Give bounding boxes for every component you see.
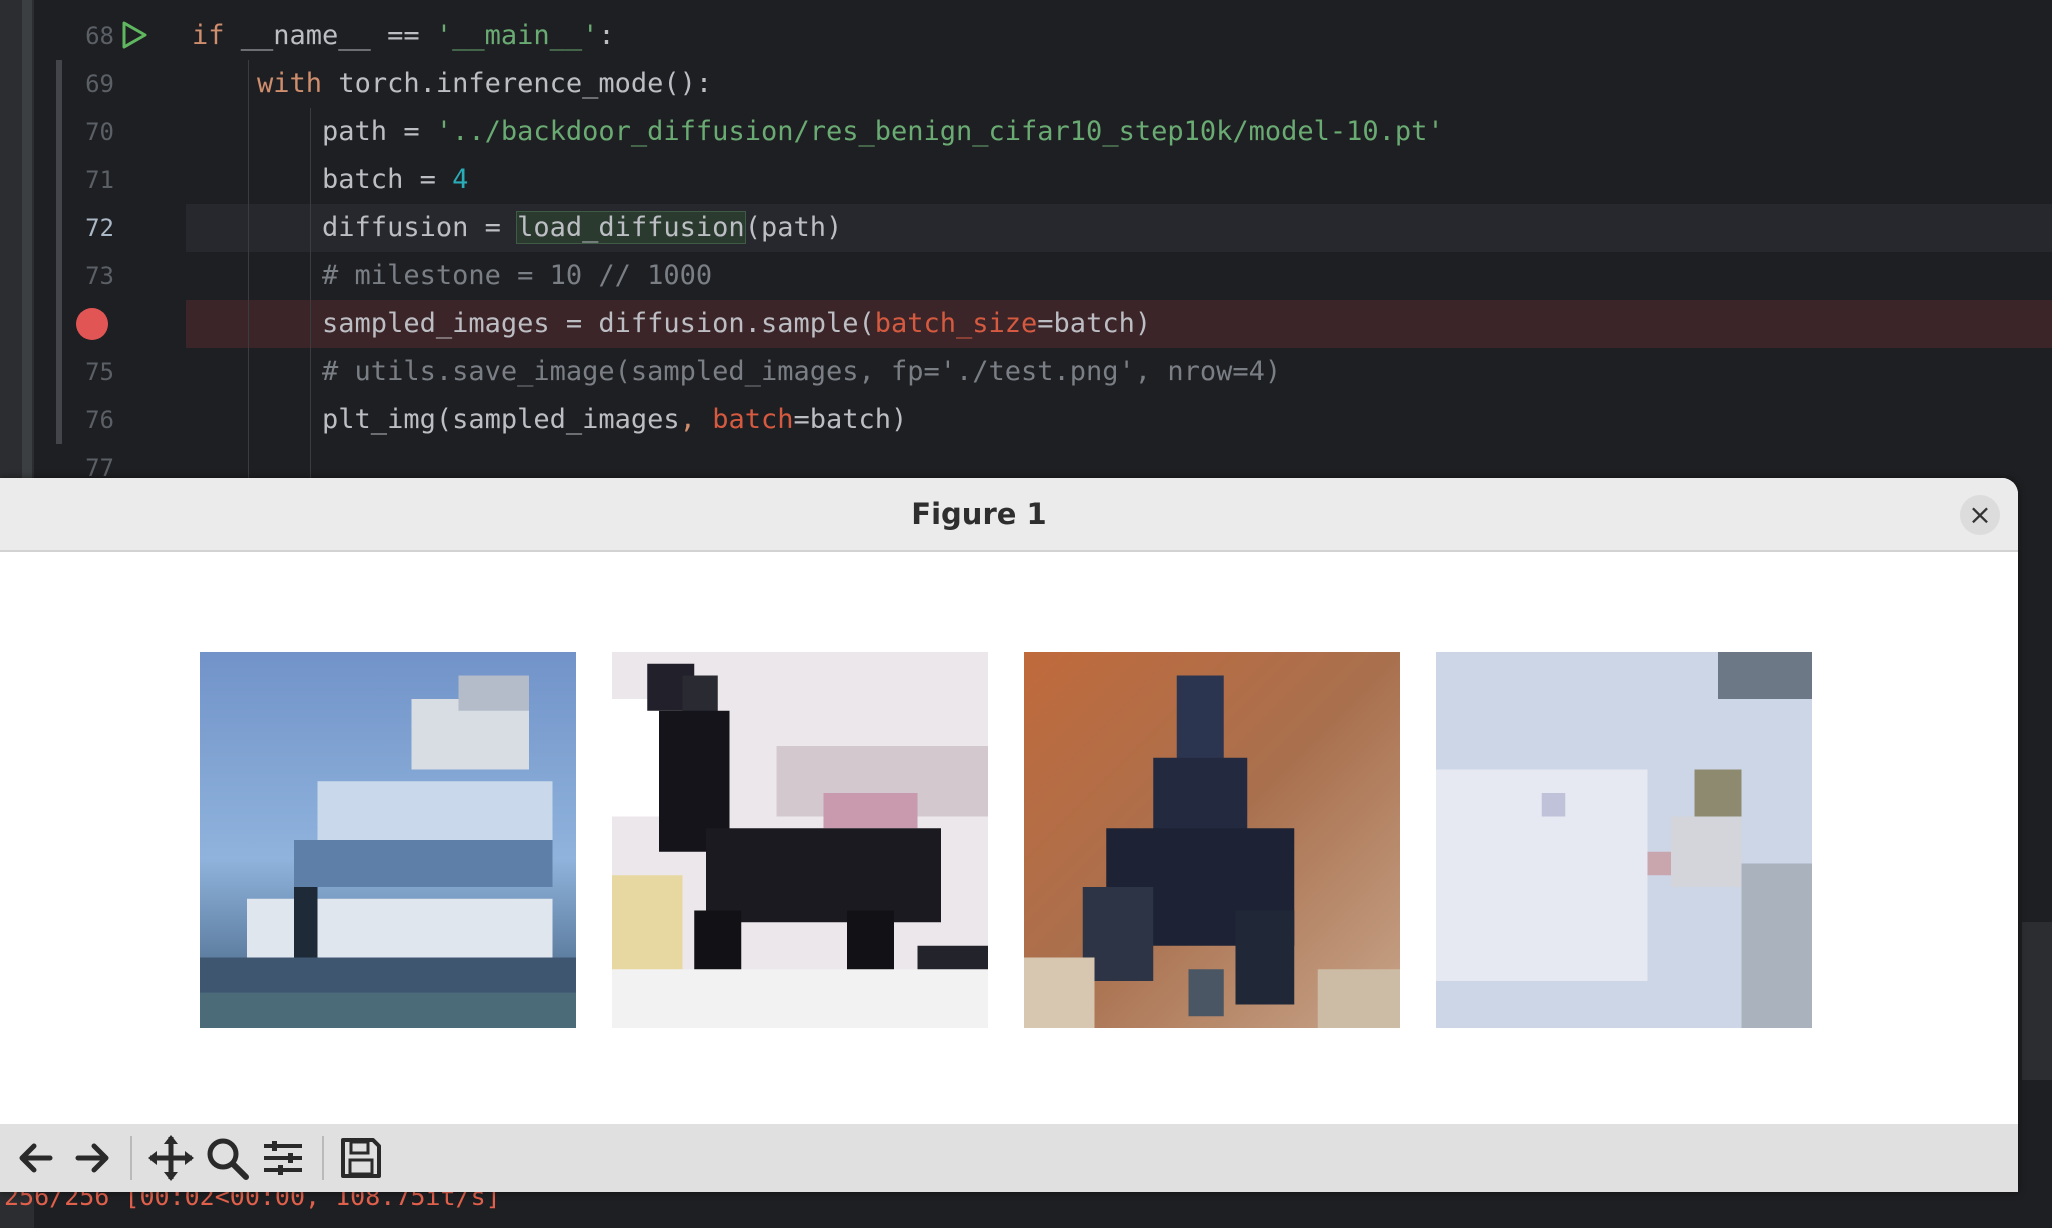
code-token: sampled_images = diffusion.sample(: [192, 308, 875, 339]
code-line[interactable]: # milestone = 10 // 1000: [186, 252, 2052, 300]
code-area[interactable]: if __name__ == '__main__': with torch.in…: [186, 0, 2052, 492]
code-token: batch_size: [874, 308, 1038, 339]
code-token: with: [257, 68, 323, 99]
line-gutter[interactable]: 68 69 70 71 72 73 75 76 77: [34, 0, 186, 482]
code-token: plt_img(sampled_images: [192, 404, 680, 435]
line-number: 68: [85, 22, 114, 50]
vcs-change-marker: [56, 60, 62, 444]
forward-icon[interactable]: [68, 1133, 118, 1183]
figure-titlebar[interactable]: Figure 1 ×: [0, 478, 2018, 552]
code-token: =batch): [793, 404, 908, 435]
code-token: __name__ ==: [224, 20, 436, 51]
back-icon[interactable]: [10, 1133, 60, 1183]
code-line[interactable]: # utils.save_image(sampled_images, fp='.…: [186, 348, 2052, 396]
line-number: 75: [85, 358, 114, 386]
code-token: if: [192, 20, 225, 51]
indent-guide: [248, 60, 249, 492]
code-token: :: [598, 20, 615, 51]
sample-image-1: [200, 652, 576, 1028]
code-token: batch =: [192, 164, 453, 195]
figure-title: Figure 1: [911, 497, 1047, 531]
code-token: ,: [679, 404, 713, 435]
line-number: 76: [85, 406, 114, 434]
sample-image-4: [1436, 652, 1812, 1028]
code-token: '__main__': [435, 20, 599, 51]
code-token: load_diffusion: [516, 211, 746, 244]
code-token: '../backdoor_diffusion/res_benign_cifar1…: [435, 116, 1444, 147]
code-token: diffusion =: [192, 212, 518, 243]
line-number: 69: [85, 70, 114, 98]
sample-image-2: [612, 652, 988, 1028]
code-token: path =: [192, 116, 436, 147]
code-line[interactable]: diffusion = load_diffusion(path): [186, 204, 2052, 252]
figure-window[interactable]: Figure 1 ×: [0, 478, 2018, 1192]
code-line[interactable]: sampled_images = diffusion.sample(batch_…: [186, 300, 2052, 348]
line-number: 72: [85, 214, 114, 242]
zoom-icon[interactable]: [202, 1133, 252, 1183]
code-line[interactable]: plt_img(sampled_images, batch=batch): [186, 396, 2052, 444]
line-number: 70: [85, 118, 114, 146]
code-token: =batch): [1037, 308, 1152, 339]
save-icon[interactable]: [336, 1133, 386, 1183]
code-token: batch: [712, 404, 794, 435]
pan-icon[interactable]: [146, 1133, 196, 1183]
configure-subplots-icon[interactable]: [258, 1133, 308, 1183]
code-line[interactable]: if __name__ == '__main__':: [186, 12, 2052, 60]
sample-image-3: [1024, 652, 1400, 1028]
line-number: 71: [85, 166, 114, 194]
line-number: 73: [85, 262, 114, 290]
code-token: (path): [744, 212, 843, 243]
code-token: 4: [452, 164, 469, 195]
code-line[interactable]: batch = 4: [186, 156, 2052, 204]
code-token: torch.inference_mode():: [322, 68, 713, 99]
figure-canvas[interactable]: [0, 552, 2018, 1124]
code-line[interactable]: with torch.inference_mode():: [186, 60, 2052, 108]
code-line[interactable]: path = '../backdoor_diffusion/res_benign…: [186, 108, 2052, 156]
breakpoint-icon[interactable]: [76, 308, 108, 340]
close-icon[interactable]: ×: [1960, 495, 2000, 535]
code-token: # utils.save_image(sampled_images, fp='.…: [192, 356, 1282, 387]
run-icon[interactable]: [120, 20, 148, 50]
indent-guide: [310, 108, 311, 492]
gutter-line-0[interactable]: 68: [34, 12, 186, 60]
scroll-panel: [2022, 922, 2052, 1080]
figure-toolbar: [0, 1124, 2018, 1192]
code-token: # milestone = 10 // 1000: [192, 260, 713, 291]
